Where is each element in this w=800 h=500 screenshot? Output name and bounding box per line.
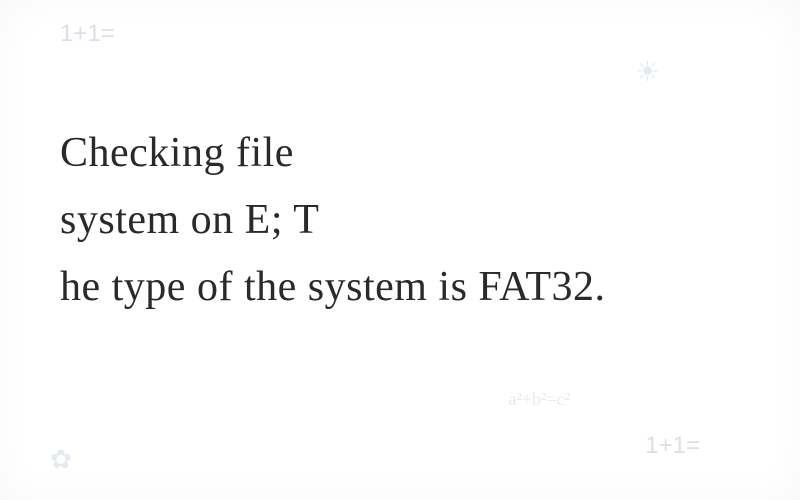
watermark-top-left: 1+1= (60, 20, 115, 48)
equation-doodle: a²+b²=c² (509, 389, 570, 410)
text-line-2: system on E; T (60, 197, 319, 243)
main-text-block: Checking file system on E; T he type of … (60, 120, 740, 322)
flower-doodle-icon: ✿ (50, 445, 72, 475)
document-paper: 1+1= ☀ Checking file system on E; T he t… (0, 0, 800, 500)
sun-doodle-icon: ☀ (635, 55, 660, 89)
watermark-bottom-right: 1+1= (645, 432, 700, 460)
text-line-3: he type of the system is FAT32. (60, 264, 606, 310)
text-line-1: Checking file (60, 130, 294, 176)
